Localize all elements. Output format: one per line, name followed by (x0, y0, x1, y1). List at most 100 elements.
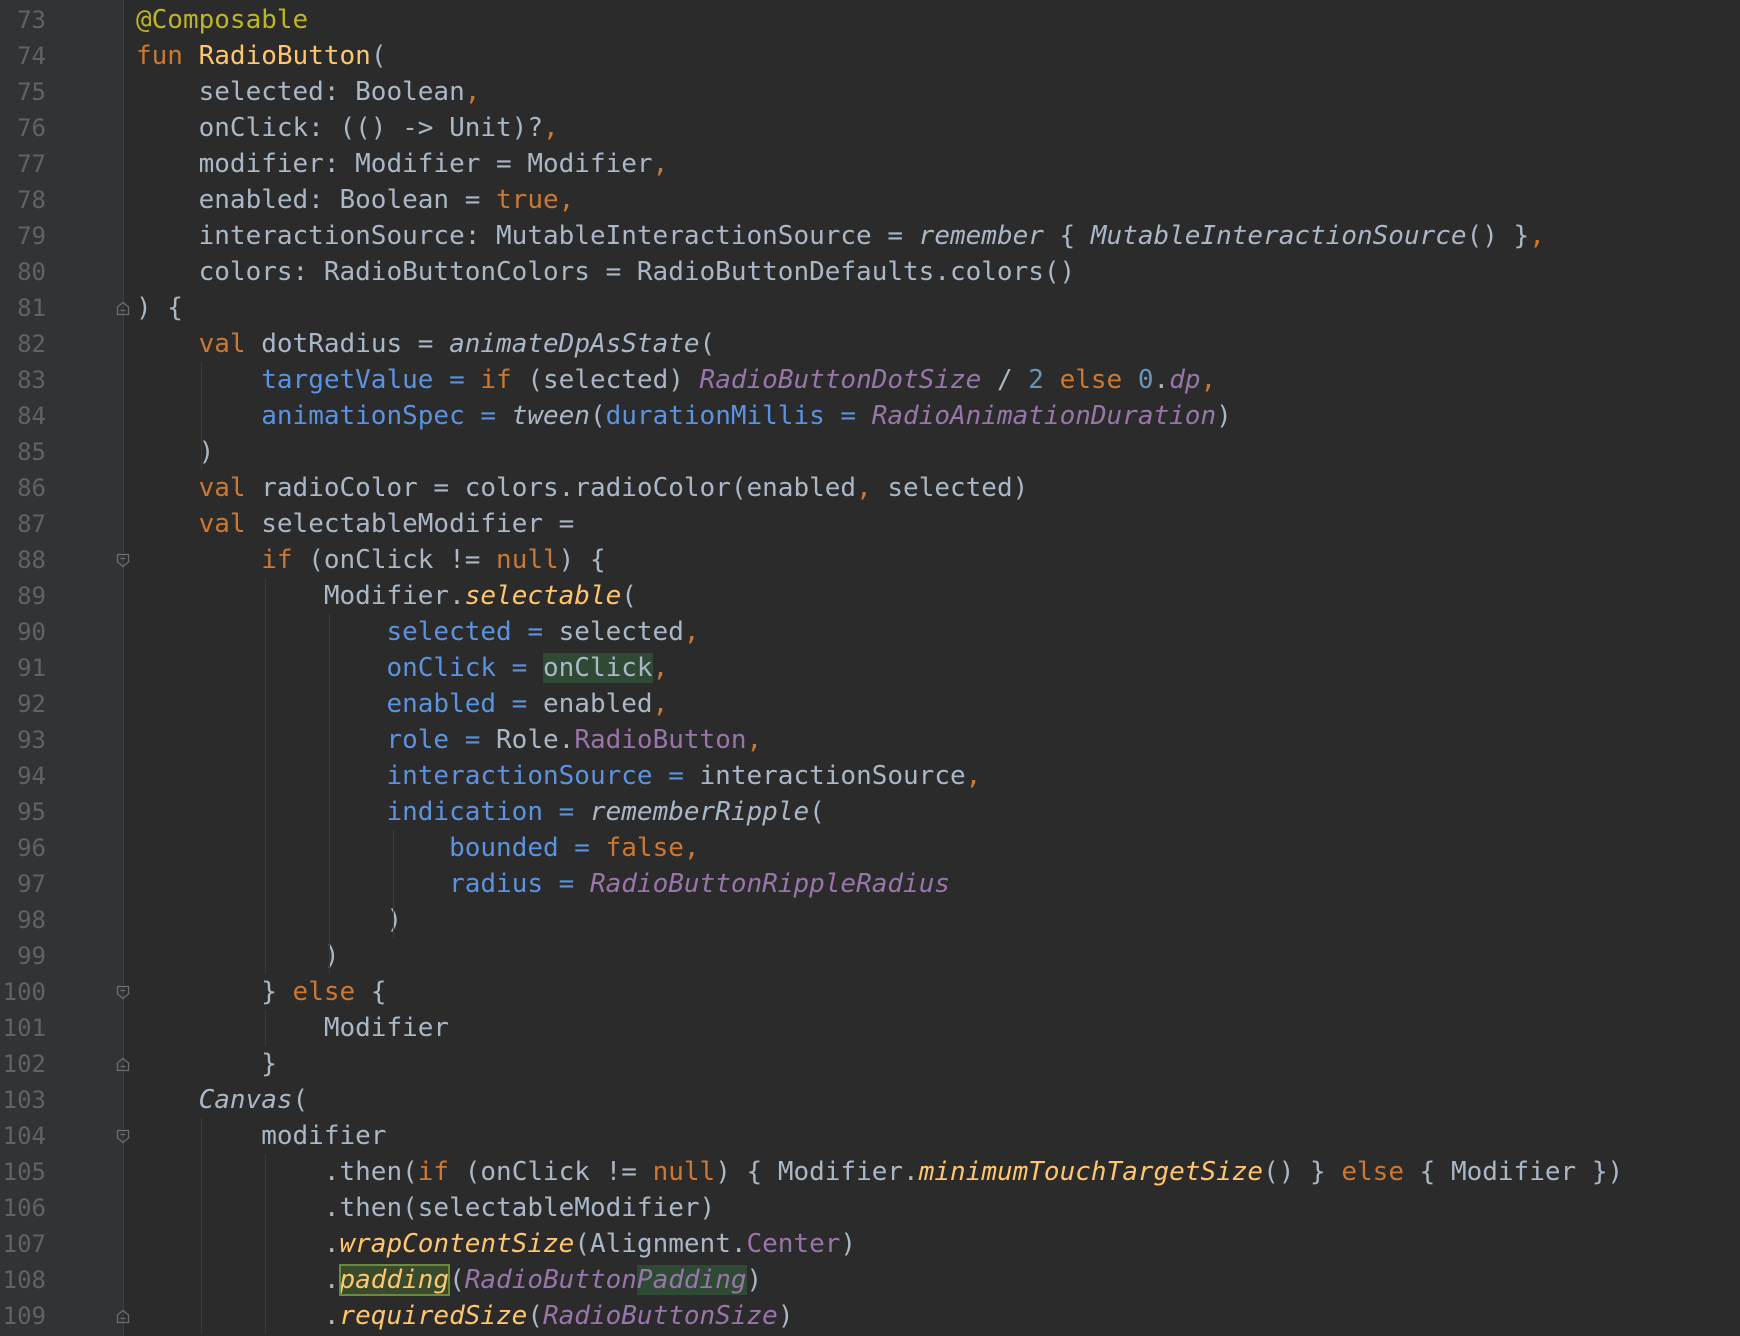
code-text[interactable]: .wrapContentSize(Alignment.Center) (136, 1226, 856, 1262)
code-text[interactable]: @Composable (136, 2, 308, 38)
code-token: ) (1216, 401, 1232, 431)
code-line[interactable]: 105 .then(if (onClick != null) { Modifie… (0, 1154, 1740, 1190)
code-text[interactable]: enabled: Boolean = true, (136, 182, 575, 218)
code-text[interactable]: .then(if (onClick != null) { Modifier.mi… (136, 1154, 1623, 1190)
code-text[interactable]: if (onClick != null) { (136, 542, 605, 578)
code-line[interactable]: 76 onClick: (() -> Unit)?, (0, 110, 1740, 146)
fold-start-icon[interactable] (116, 553, 130, 568)
code-text[interactable]: } else { (136, 974, 386, 1010)
code-line[interactable]: 91 onClick = onClick, (0, 650, 1740, 686)
code-line[interactable]: 87 val selectableModifier = (0, 506, 1740, 542)
code-text[interactable]: role = Role.RadioButton, (136, 722, 762, 758)
indent-guide (265, 1154, 266, 1334)
code-token: animateDpAsState (449, 329, 700, 359)
fold-start-icon[interactable] (116, 1129, 130, 1144)
code-text[interactable]: .then(selectableModifier) (136, 1190, 715, 1226)
code-text[interactable]: targetValue = if (selected) RadioButtonD… (136, 362, 1216, 398)
code-line[interactable]: 104 modifier (0, 1118, 1740, 1154)
fold-end-icon[interactable] (116, 301, 130, 316)
code-line[interactable]: 90 selected = selected, (0, 614, 1740, 650)
fold-end-icon[interactable] (116, 1309, 130, 1324)
code-line[interactable]: 106 .then(selectableModifier) (0, 1190, 1740, 1226)
code-text[interactable]: modifier: Modifier = Modifier, (136, 146, 669, 182)
code-token: , (558, 185, 575, 215)
code-token: Canvas (198, 1085, 293, 1115)
code-token: animationSpec = (261, 401, 512, 431)
code-line[interactable]: 77 modifier: Modifier = Modifier, (0, 146, 1740, 182)
code-text[interactable]: .requiredSize(RadioButtonSize) (136, 1298, 794, 1334)
code-text[interactable]: Modifier.selectable( (136, 578, 637, 614)
code-text[interactable]: colors: RadioButtonColors = RadioButtonD… (136, 254, 1076, 290)
code-text[interactable]: onClick: (() -> Unit)?, (136, 110, 559, 146)
code-text[interactable]: Modifier (136, 1010, 449, 1046)
code-token: (onClick != (464, 1157, 653, 1187)
fold-start-icon[interactable] (116, 985, 130, 1000)
code-line[interactable]: 101 Modifier (0, 1010, 1740, 1046)
code-text[interactable]: .padding(RadioButtonPadding) (136, 1262, 762, 1298)
code-token: ( (809, 797, 825, 827)
code-line[interactable]: 81) { (0, 290, 1740, 326)
line-number: 100 (2, 978, 46, 1006)
code-text[interactable]: modifier (136, 1118, 386, 1154)
code-line[interactable]: 108 .padding(RadioButtonPadding) (0, 1262, 1740, 1298)
code-line[interactable]: 78 enabled: Boolean = true, (0, 182, 1740, 218)
code-area[interactable]: 73 @Composable 74 fun RadioButton(75 select… (0, 2, 1740, 1334)
code-line[interactable]: 99 ) (0, 938, 1740, 974)
code-line[interactable]: 94 interactionSource = interactionSource… (0, 758, 1740, 794)
code-line[interactable]: 82 val dotRadius = animateDpAsState( (0, 326, 1740, 362)
code-line[interactable]: 95 indication = rememberRipple( (0, 794, 1740, 830)
code-token: true (496, 185, 559, 215)
code-token: tween (511, 401, 590, 431)
code-text[interactable]: animationSpec = tween(durationMillis = R… (136, 398, 1232, 434)
code-line[interactable]: 109 .requiredSize(RadioButtonSize) (0, 1298, 1740, 1334)
code-line[interactable]: 75 selected: Boolean, (0, 74, 1740, 110)
code-text[interactable]: bounded = false, (136, 830, 699, 866)
code-line[interactable]: 85 ) (0, 434, 1740, 470)
code-token: RadioButtonSize (543, 1301, 778, 1331)
code-line[interactable]: 79 interactionSource: MutableInteraction… (0, 218, 1740, 254)
line-number: 85 (17, 438, 46, 466)
code-text[interactable]: Canvas( (136, 1082, 309, 1118)
code-text[interactable]: } (136, 1046, 277, 1082)
code-text[interactable]: ) (136, 938, 340, 974)
code-editor[interactable]: 73 @Composable 74 fun RadioButton(75 select… (0, 0, 1740, 1336)
code-text[interactable]: selected: Boolean, (136, 74, 481, 110)
code-text[interactable]: enabled = enabled, (136, 686, 668, 722)
code-text[interactable]: interactionSource: MutableInteractionSou… (136, 218, 1545, 254)
code-text[interactable]: selected = selected, (136, 614, 699, 650)
code-line[interactable]: 103 Canvas( (0, 1082, 1740, 1118)
code-token: enabled (543, 689, 653, 719)
line-number: 94 (17, 762, 46, 790)
code-line[interactable]: 93 role = Role.RadioButton, (0, 722, 1740, 758)
code-line[interactable]: 83 targetValue = if (selected) RadioButt… (0, 362, 1740, 398)
code-text[interactable]: onClick = onClick, (136, 650, 668, 686)
code-text[interactable]: val radioColor = colors.radioColor(enabl… (136, 470, 1029, 506)
code-text[interactable]: val selectableModifier = (136, 506, 575, 542)
code-text[interactable]: val dotRadius = animateDpAsState( (136, 326, 716, 362)
code-line[interactable]: 102 } (0, 1046, 1740, 1082)
code-text[interactable]: indication = rememberRipple( (136, 794, 825, 830)
code-text[interactable]: ) (136, 902, 402, 938)
code-line[interactable]: 84 animationSpec = tween(durationMillis … (0, 398, 1740, 434)
code-token: , (464, 77, 481, 107)
code-line[interactable]: 98 ) (0, 902, 1740, 938)
code-line[interactable]: 74 fun RadioButton( (0, 38, 1740, 74)
code-line[interactable]: 107 .wrapContentSize(Alignment.Center) (0, 1226, 1740, 1262)
code-line[interactable]: 86 val radioColor = colors.radioColor(en… (0, 470, 1740, 506)
code-line[interactable]: 80 colors: RadioButtonColors = RadioButt… (0, 254, 1740, 290)
code-line[interactable]: 96 bounded = false, (0, 830, 1740, 866)
code-line[interactable]: 97 radius = RadioButtonRippleRadius (0, 866, 1740, 902)
code-line[interactable]: 92 enabled = enabled, (0, 686, 1740, 722)
code-text[interactable]: ) { (136, 290, 183, 326)
code-text[interactable]: ) (136, 434, 215, 470)
code-line[interactable]: 100 } else { (0, 974, 1740, 1010)
code-line[interactable]: 88 if (onClick != null) { (0, 542, 1740, 578)
fold-end-icon[interactable] (116, 1057, 130, 1072)
code-text[interactable]: fun RadioButton( (136, 38, 386, 74)
code-text[interactable]: interactionSource = interactionSource, (136, 758, 981, 794)
code-line[interactable]: 89 Modifier.selectable( (0, 578, 1740, 614)
code-line[interactable]: 73 @Composable (0, 2, 1740, 38)
code-token: MutableInteractionSource (1090, 221, 1467, 251)
code-text[interactable]: radius = RadioButtonRippleRadius (136, 866, 950, 902)
